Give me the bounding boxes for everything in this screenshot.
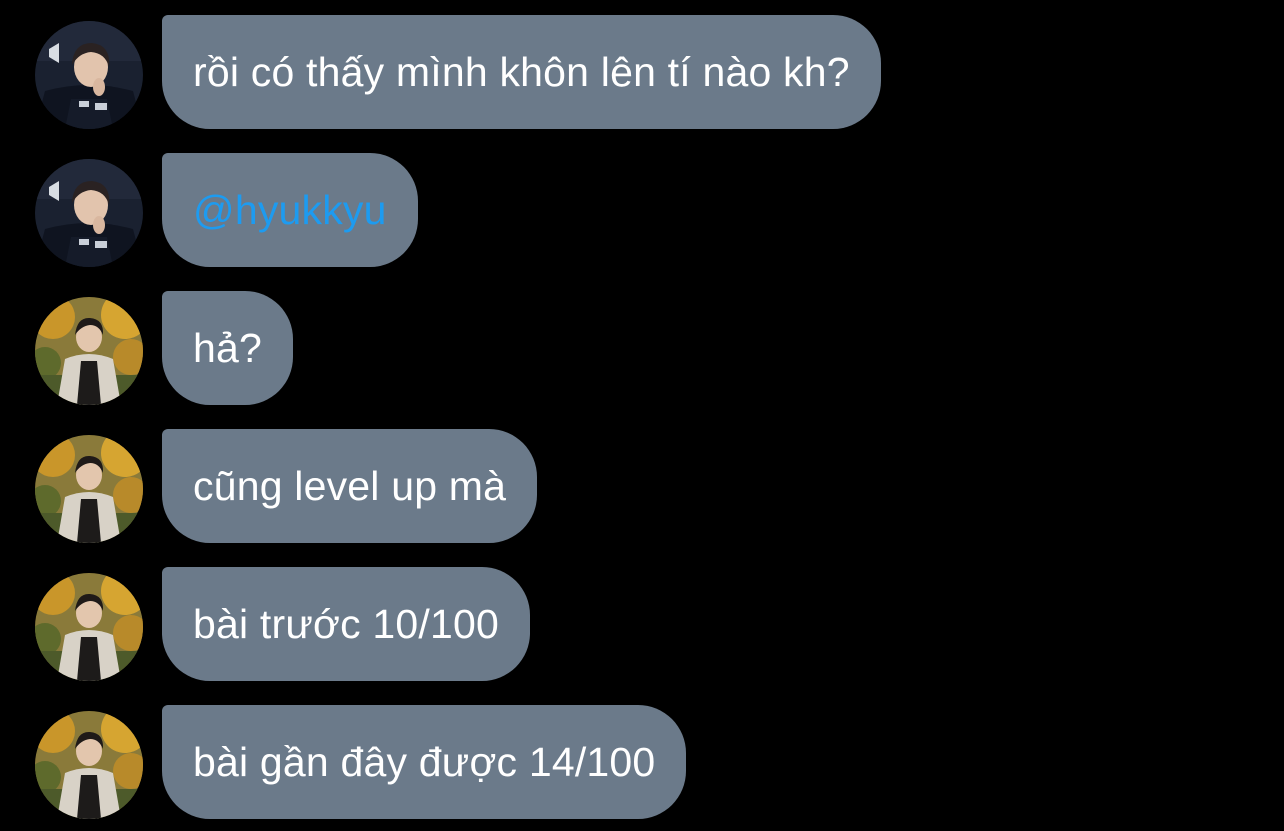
avatar[interactable] bbox=[35, 711, 143, 819]
message-row: rồi có thấy mình khôn lên tí nào kh? bbox=[0, 15, 1284, 129]
message-bubble[interactable]: @hyukkyu bbox=[162, 153, 418, 267]
avatar[interactable] bbox=[35, 159, 143, 267]
message-row: bài gần đây được 14/100 bbox=[0, 705, 1284, 819]
avatar[interactable] bbox=[35, 21, 143, 129]
chat-screen: { "conversation": { "messages": [ {"send… bbox=[0, 0, 1284, 831]
message-text: rồi có thấy mình khôn lên tí nào kh? bbox=[193, 48, 850, 95]
message-bubble[interactable]: cũng level up mà bbox=[162, 429, 538, 543]
message-row: bài trước 10/100 bbox=[0, 567, 1284, 681]
message-text: cũng level up mà bbox=[193, 462, 507, 509]
avatar[interactable] bbox=[35, 297, 143, 405]
message-row: hả? bbox=[0, 291, 1284, 405]
message-text: bài gần đây được 14/100 bbox=[193, 738, 656, 785]
avatar-autumn-icon bbox=[35, 297, 143, 405]
message-bubble[interactable]: bài gần đây được 14/100 bbox=[162, 705, 687, 819]
avatar-autumn-icon bbox=[35, 573, 143, 681]
message-bubble[interactable]: hả? bbox=[162, 291, 294, 405]
avatar-autumn-icon bbox=[35, 435, 143, 543]
avatar-autumn-icon bbox=[35, 711, 143, 819]
message-bubble[interactable]: bài trước 10/100 bbox=[162, 567, 530, 681]
avatar[interactable] bbox=[35, 573, 143, 681]
message-text: bài trước 10/100 bbox=[193, 600, 499, 647]
avatar[interactable] bbox=[35, 435, 143, 543]
message-row: cũng level up mà bbox=[0, 429, 1284, 543]
message-text: hả? bbox=[193, 324, 263, 371]
message-bubble[interactable]: rồi có thấy mình khôn lên tí nào kh? bbox=[162, 15, 881, 129]
avatar-gamer-icon bbox=[35, 21, 143, 129]
avatar-gamer-icon bbox=[35, 159, 143, 267]
message-row: @hyukkyu bbox=[0, 153, 1284, 267]
mention-link[interactable]: @hyukkyu bbox=[193, 187, 387, 234]
